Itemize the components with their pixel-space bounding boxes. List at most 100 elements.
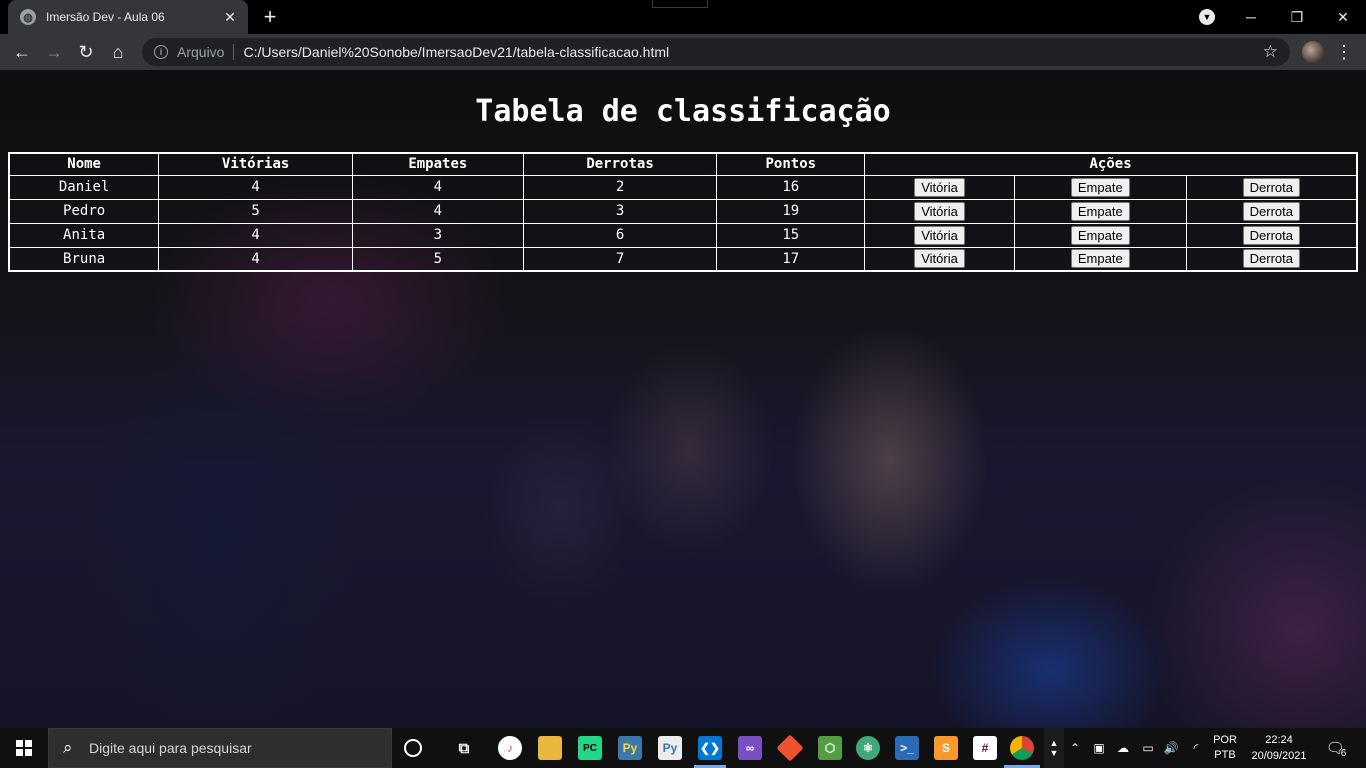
table-row: Daniel 4 4 2 16 Vitória Empate Derrota — [8, 174, 1358, 200]
cell-derrota-action: Derrota — [1185, 246, 1358, 272]
close-window-icon[interactable]: ✕ — [1320, 0, 1366, 34]
cell-nome: Daniel — [8, 174, 160, 200]
restore-icon[interactable]: ❐ — [1274, 0, 1320, 34]
cell-derrota-action: Derrota — [1185, 198, 1358, 224]
omnibox-divider — [233, 44, 235, 60]
taskbar-scroll-icon[interactable]: ▲ ▼ — [1044, 728, 1064, 768]
language-indicator[interactable]: POR PTB — [1208, 728, 1242, 768]
cell-vitoria-action: Vitória — [864, 174, 1015, 200]
cell-nome: Anita — [8, 222, 160, 248]
atom-icon[interactable]: ⚛ — [856, 736, 880, 760]
vitoria-button[interactable]: Vitória — [914, 249, 965, 269]
header-vitorias: Vitórias — [158, 152, 353, 176]
search-placeholder: Digite aqui para pesquisar — [89, 740, 252, 756]
cortana-icon[interactable] — [404, 739, 422, 757]
file-explorer-icon[interactable] — [538, 736, 562, 760]
cell-nome: Bruna — [8, 246, 160, 272]
powershell-icon[interactable]: >_ — [895, 736, 919, 760]
git-icon[interactable] — [776, 734, 804, 762]
cell-vitorias: 4 — [158, 246, 353, 272]
cell-empates: 3 — [351, 222, 524, 248]
sublime-text-icon[interactable]: S — [934, 736, 958, 760]
more-menu-icon[interactable]: ⋮ — [1334, 38, 1354, 66]
battery-icon[interactable]: ▭ — [1138, 728, 1158, 768]
cell-empate-action: Empate — [1013, 174, 1187, 200]
device-icon[interactable]: ▣ — [1090, 728, 1108, 768]
browser-tab[interactable]: ◍ Imersão Dev - Aula 06 ✕ — [8, 0, 248, 34]
windows-taskbar: ⌕ Digite aqui para pesquisar ⧉ ♪ PC Py P… — [0, 728, 1366, 768]
table-row: Bruna 4 5 7 17 Vitória Empate Derrota — [8, 246, 1358, 272]
notification-count: 6 — [1340, 747, 1347, 759]
search-icon: ⌕ — [63, 738, 73, 757]
back-arrow-icon[interactable]: ← — [8, 38, 36, 66]
reload-icon[interactable]: ↻ — [72, 38, 100, 66]
empate-button[interactable]: Empate — [1070, 201, 1130, 221]
header-pontos: Pontos — [716, 152, 866, 176]
cell-empate-action: Empate — [1013, 246, 1187, 272]
empate-button[interactable]: Empate — [1070, 225, 1130, 245]
visual-studio-icon[interactable]: ∞ — [738, 736, 762, 760]
forward-arrow-icon[interactable]: → — [40, 38, 68, 66]
language-bottom: PTB — [1214, 749, 1236, 761]
cell-nome: Pedro — [8, 198, 160, 224]
derrota-button[interactable]: Derrota — [1242, 225, 1301, 245]
empate-button[interactable]: Empate — [1070, 177, 1130, 197]
task-view-icon[interactable]: ⧉ — [452, 736, 476, 760]
browser-toolbar: ← → ↻ ⌂ i Arquivo C:/Users/Daniel%20Sono… — [0, 34, 1366, 70]
cell-empate-action: Empate — [1013, 222, 1187, 248]
clock[interactable]: 22:24 20/09/2021 — [1246, 728, 1312, 768]
table-row: Pedro 5 4 3 19 Vitória Empate Derrota — [8, 198, 1358, 224]
tab-search-marker — [652, 0, 708, 8]
wifi-icon[interactable]: ◜ — [1186, 728, 1206, 768]
vitoria-button[interactable]: Vitória — [914, 225, 965, 245]
table-row: Anita 4 3 6 15 Vitória Empate Derrota — [8, 222, 1358, 248]
home-icon[interactable]: ⌂ — [104, 38, 132, 66]
minimize-icon[interactable]: ─ — [1228, 0, 1274, 34]
vscode-icon[interactable]: ❮❯ — [698, 736, 722, 760]
derrota-button[interactable]: Derrota — [1242, 201, 1301, 221]
tab-search-icon[interactable]: ▼ — [1199, 9, 1215, 25]
python-icon[interactable]: Py — [618, 736, 642, 760]
empate-button[interactable]: Empate — [1070, 249, 1130, 269]
cell-pontos: 19 — [716, 198, 866, 224]
header-empates: Empates — [351, 152, 524, 176]
new-tab-button[interactable]: + — [258, 6, 282, 28]
bookmark-star-icon[interactable]: ☆ — [1263, 42, 1278, 62]
vitoria-button[interactable]: Vitória — [914, 201, 965, 221]
info-icon[interactable]: i — [154, 45, 168, 59]
chrome-icon[interactable] — [1010, 736, 1034, 760]
cell-empates: 4 — [351, 198, 524, 224]
cell-vitorias: 5 — [158, 198, 353, 224]
address-bar[interactable]: i Arquivo C:/Users/Daniel%20Sonobe/Imers… — [142, 38, 1290, 66]
vitoria-button[interactable]: Vitória — [914, 177, 965, 197]
cell-pontos: 17 — [716, 246, 866, 272]
pycharm-icon[interactable]: PC — [578, 736, 602, 760]
taskbar-search-box[interactable]: ⌕ Digite aqui para pesquisar — [48, 728, 392, 768]
derrota-button[interactable]: Derrota — [1242, 177, 1301, 197]
close-tab-icon[interactable]: ✕ — [222, 9, 238, 26]
python-idle-icon[interactable]: Py — [658, 736, 682, 760]
start-button[interactable] — [0, 728, 48, 768]
volume-icon[interactable]: 🔊 — [1162, 728, 1180, 768]
show-hidden-icons-icon[interactable]: ⌃ — [1066, 728, 1084, 768]
derrota-button[interactable]: Derrota — [1242, 249, 1301, 269]
url-text[interactable]: C:/Users/Daniel%20Sonobe/ImersaoDev21/ta… — [243, 44, 1262, 60]
cell-empates: 4 — [351, 174, 524, 200]
header-derrotas: Derrotas — [522, 152, 718, 176]
slack-icon[interactable]: # — [973, 736, 997, 760]
profile-avatar[interactable] — [1302, 41, 1324, 63]
itunes-icon[interactable]: ♪ — [498, 736, 522, 760]
cell-derrotas: 6 — [522, 222, 718, 248]
browser-titlebar: ◍ Imersão Dev - Aula 06 ✕ + ▼ ─ ❐ ✕ — [0, 0, 1366, 34]
cell-vitoria-action: Vitória — [864, 222, 1015, 248]
nodejs-icon[interactable]: ⬡ — [818, 736, 842, 760]
cell-derrota-action: Derrota — [1185, 174, 1358, 200]
header-acoes: Ações — [864, 152, 1358, 176]
cell-derrotas: 2 — [522, 174, 718, 200]
table-header-row: Nome Vitórias Empates Derrotas Pontos Aç… — [8, 152, 1358, 176]
cell-derrotas: 7 — [522, 246, 718, 272]
onedrive-icon[interactable]: ☁ — [1112, 728, 1134, 768]
notification-center-icon[interactable]: 🗨 6 — [1318, 728, 1358, 768]
windows-logo-icon — [16, 740, 32, 756]
clock-time: 22:24 — [1265, 734, 1293, 746]
